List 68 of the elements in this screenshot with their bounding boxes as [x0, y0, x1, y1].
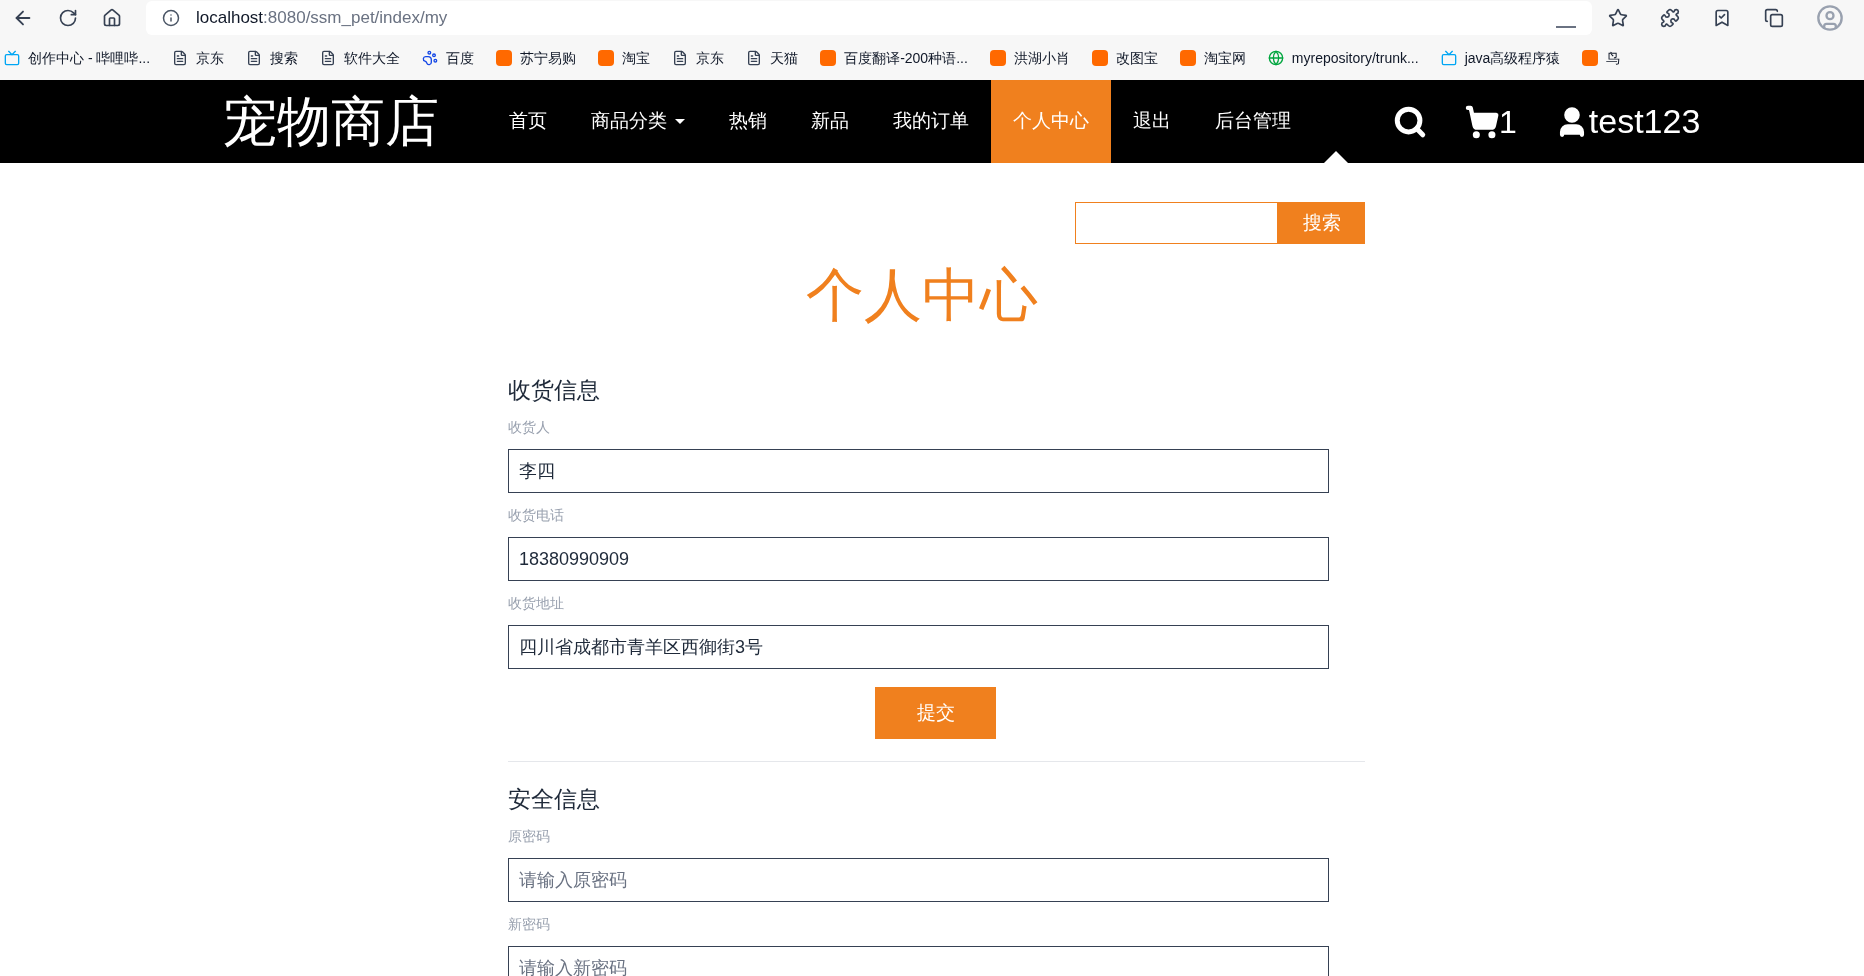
favorites-icon[interactable] [1712, 8, 1732, 28]
input-field[interactable]: 李四 [508, 449, 1329, 493]
field-label: 原密码 [508, 827, 551, 846]
site-favicon-icon [989, 50, 1006, 66]
tv-icon [4, 50, 20, 66]
bookmark-link[interactable]: 天猫 [770, 47, 799, 69]
section-heading: 收货信息 [508, 376, 601, 405]
add-favorite-icon[interactable] [1608, 8, 1628, 28]
field-label: 收货地址 [508, 594, 565, 613]
bookmark-link[interactable]: myrepository/trunk... [1291, 47, 1419, 69]
extensions-icon[interactable] [1660, 8, 1680, 28]
nav-item[interactable]: 首页 [487, 80, 569, 163]
bookmark-link[interactable]: 淘宝 [622, 47, 651, 69]
site-favicon-icon [1582, 50, 1599, 66]
page-icon [672, 50, 689, 66]
site-favicon-icon [1179, 50, 1196, 66]
bookmark-link[interactable]: 软件大全 [344, 47, 401, 69]
input-field[interactable]: 四川省成都市青羊区西御街3号 [508, 625, 1329, 669]
bookmark-link[interactable]: 创作中心 - 哔哩哔... [28, 47, 151, 69]
home-icon[interactable] [102, 8, 122, 28]
bookmark-link[interactable]: 京东 [696, 47, 725, 69]
field-label: 新密码 [508, 915, 551, 934]
address-bar[interactable]: localhost:8080/ssm_pet/index/my [146, 1, 1592, 35]
nav-item[interactable]: 新品 [789, 80, 871, 163]
nav-item[interactable]: 商品分类 [569, 80, 707, 163]
field-label: 收货电话 [508, 506, 565, 525]
dropdown-pointer-icon [1324, 151, 1348, 163]
bookmark-link[interactable]: 百度 [446, 47, 475, 69]
user-link[interactable]: test123 [1554, 96, 1701, 147]
tv-icon [1440, 50, 1457, 66]
store-logo: 宠物商店 [223, 90, 439, 153]
input-field[interactable]: 18380990909 [508, 537, 1329, 581]
globe-icon [1267, 50, 1284, 66]
nav-item[interactable]: 我的订单 [871, 80, 991, 163]
page-title: 个人中心 [804, 261, 1039, 329]
bookmark-link[interactable]: 洪湖小肖 [1013, 47, 1070, 69]
page-icon [320, 50, 337, 66]
nav-item[interactable]: 热销 [707, 80, 789, 163]
site-favicon-icon [496, 50, 513, 66]
site-favicon-icon [598, 50, 615, 66]
bookmark-link[interactable]: java高级程序猿 [1464, 47, 1561, 69]
page-icon [246, 50, 263, 66]
page-icon [172, 50, 189, 66]
bookmark-link[interactable]: 淘宝网 [1203, 47, 1246, 69]
bookmark-link[interactable]: 京东 [196, 47, 225, 69]
reload-icon[interactable] [58, 8, 78, 28]
collections-icon[interactable] [1764, 8, 1784, 28]
info-icon [162, 9, 180, 27]
search-icon[interactable] [1393, 104, 1427, 139]
section-heading: 安全信息 [508, 785, 601, 814]
bookmark-link[interactable]: 苏宁易购 [520, 47, 577, 69]
input-field[interactable]: 请输入新密码 [508, 946, 1329, 976]
nav-item[interactable]: 后台管理 [1193, 80, 1313, 163]
cart-icon [1465, 104, 1499, 139]
page-icon [746, 50, 763, 66]
cart-link[interactable]: 1 [1465, 97, 1517, 146]
site-favicon-icon [820, 50, 837, 66]
search-field[interactable] [1075, 202, 1278, 244]
site-favicon-icon [1091, 50, 1108, 66]
url-text: localhost:8080/ssm_pet/index/my [196, 7, 448, 30]
nav-item[interactable]: 退出 [1111, 80, 1193, 163]
bookmark-link[interactable]: 搜索 [270, 47, 299, 69]
field-label: 收货人 [508, 418, 551, 437]
bookmark-link[interactable]: 鸟 [1606, 47, 1621, 69]
input-field[interactable]: 请输入原密码 [508, 858, 1329, 902]
bookmark-link[interactable]: 改图宝 [1115, 47, 1158, 69]
bookmark-link[interactable]: 百度翻译-200种语... [844, 47, 968, 69]
paw-icon [422, 50, 439, 66]
